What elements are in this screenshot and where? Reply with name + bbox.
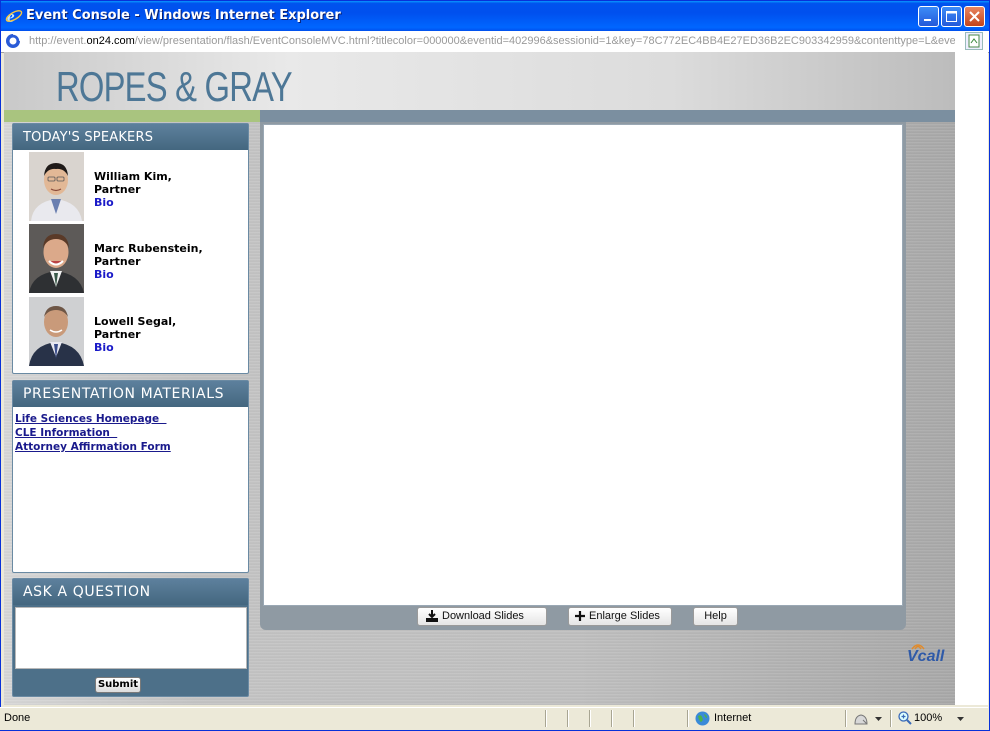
protected-mode-icon[interactable] [853,712,869,726]
compatibility-view-icon[interactable] [965,32,983,50]
status-bar: Done Internet 100% [0,707,988,730]
vcall-logo: Vcall [907,644,944,666]
materials-panel: PRESENTATION MATERIALS Life Sciences Hom… [12,380,249,573]
question-heading: ASK A QUESTION [13,579,248,605]
signal-icon [911,644,925,650]
page-content: ROPES & GRAY TODAY'S SPEAKERS William Ki… [4,52,955,705]
window-title: Event Console - Windows Internet Explore… [26,8,341,23]
chevron-down-icon[interactable] [957,717,964,721]
speaker-photo [29,297,84,366]
accent-bar-green [4,110,260,122]
material-link[interactable]: Attorney Affirmation Form [15,440,248,454]
speaker-item: Lowell Segal, Partner Bio [29,297,229,367]
submit-button[interactable]: Submit [95,677,141,693]
speakers-heading: TODAY'S SPEAKERS [13,124,248,150]
speaker-bio-link[interactable]: Bio [94,196,114,209]
title-bar: e Event Console - Windows Internet Explo… [1,1,989,31]
maximize-button[interactable] [941,6,962,27]
material-link[interactable]: CLE Information [15,426,248,440]
status-divider [567,710,568,727]
minimize-icon [924,19,931,21]
question-input[interactable] [15,607,247,669]
speaker-item: Marc Rubenstein, Partner Bio [29,224,229,294]
slide-viewer[interactable] [263,124,903,606]
ie-icon: e [5,7,23,25]
security-zone: Internet [714,712,752,724]
speaker-name: Lowell Segal, Partner [94,315,177,341]
enlarge-slides-button[interactable]: Enlarge Slides [568,607,672,626]
materials-list: Life Sciences Homepage CLE Information A… [13,407,248,454]
url-text[interactable]: http://event.on24.com/view/presentation/… [29,35,955,47]
material-link[interactable]: Life Sciences Homepage [15,412,248,426]
address-bar[interactable]: http://event.on24.com/view/presentation/… [1,31,989,53]
speaker-name: William Kim, Partner [94,170,172,196]
internet-globe-icon [695,711,710,726]
plus-icon [575,611,585,622]
page-header: ROPES & GRAY [4,52,955,110]
status-divider [633,710,634,727]
page-icon [6,33,21,48]
speakers-panel: TODAY'S SPEAKERS William Kim, Partner Bio [12,123,249,374]
status-divider [589,710,590,727]
speaker-bio-link[interactable]: Bio [94,341,114,354]
status-text: Done [4,712,31,724]
ropes-gray-logo: ROPES & GRAY [56,63,293,110]
materials-heading: PRESENTATION MATERIALS [13,381,248,407]
zoom-icon[interactable] [898,711,912,725]
speaker-photo [29,224,84,293]
status-divider [611,710,612,727]
speaker-bio-link[interactable]: Bio [94,268,114,281]
close-button[interactable] [964,6,985,27]
close-icon [969,11,980,22]
slide-frame: Download Slides Enlarge Slides Help [260,122,906,630]
download-slides-button[interactable]: Download Slides [417,607,547,626]
accent-bar-blue [260,110,955,122]
question-panel: ASK A QUESTION Submit [12,578,249,697]
minimize-button[interactable] [918,6,939,27]
speaker-name: Marc Rubenstein, Partner [94,242,203,268]
download-icon [426,610,438,623]
status-divider [687,710,688,727]
help-button[interactable]: Help [693,607,738,626]
speaker-photo [29,152,84,221]
status-divider [845,710,846,727]
zoom-level[interactable]: 100% [914,712,942,724]
status-divider [545,710,546,727]
maximize-icon [946,11,957,22]
status-divider [890,710,891,727]
speaker-item: William Kim, Partner Bio [29,152,229,222]
scroll-gutter [955,52,988,705]
chevron-down-icon[interactable] [875,717,882,721]
